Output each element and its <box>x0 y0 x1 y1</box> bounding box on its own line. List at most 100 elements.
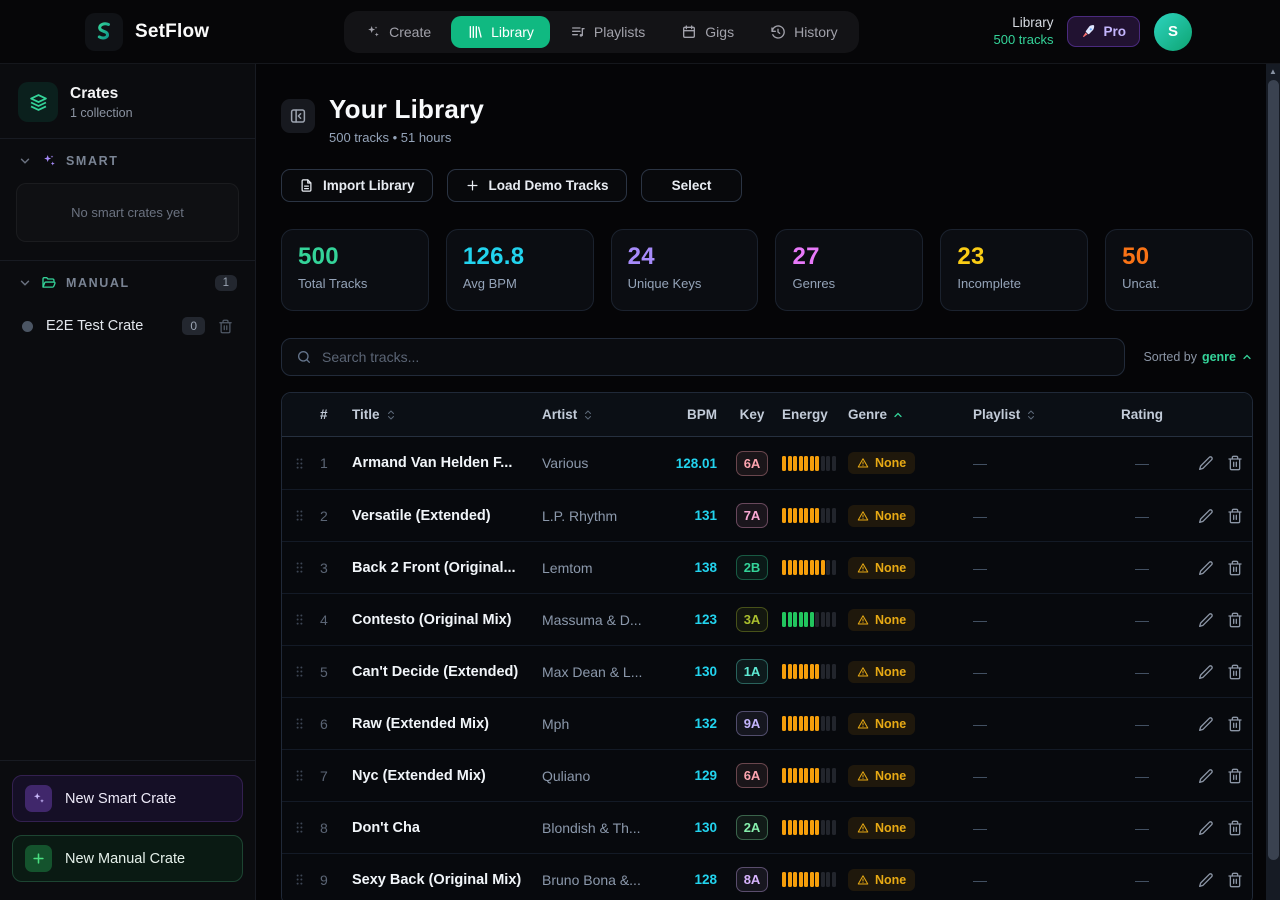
genre-badge[interactable]: None <box>848 557 915 579</box>
table-row[interactable]: 9 Sexy Back (Original Mix) Bruno Bona &.… <box>282 853 1252 900</box>
drag-handle-icon[interactable] <box>292 768 307 783</box>
genre-badge[interactable]: None <box>848 661 915 683</box>
trash-icon[interactable] <box>1227 508 1243 524</box>
search-input[interactable] <box>322 349 1110 365</box>
edit-icon[interactable] <box>1198 820 1214 836</box>
top-right-group: Library 500 tracks Pro S <box>993 13 1192 51</box>
track-rating: — <box>1087 664 1197 680</box>
col-header-energy[interactable]: Energy <box>782 407 842 422</box>
scroll-up-arrow[interactable]: ▲ <box>1266 64 1280 79</box>
pro-badge[interactable]: Pro <box>1067 16 1140 47</box>
genre-badge[interactable]: None <box>848 505 915 527</box>
trash-icon[interactable] <box>1227 768 1243 784</box>
trash-icon[interactable] <box>218 319 233 334</box>
table-row[interactable]: 1 Armand Van Helden F... Various 128.01 … <box>282 437 1252 489</box>
drag-handle-icon[interactable] <box>292 820 307 835</box>
col-header-bpm[interactable]: BPM <box>672 407 722 422</box>
edit-icon[interactable] <box>1198 872 1214 888</box>
track-playlist: — <box>967 560 1087 576</box>
page-title: Your Library <box>329 94 484 125</box>
table-row[interactable]: 2 Versatile (Extended) L.P. Rhythm 131 7… <box>282 489 1252 541</box>
table-row[interactable]: 4 Contesto (Original Mix) Massuma & D...… <box>282 593 1252 645</box>
genre-badge[interactable]: None <box>848 452 915 474</box>
page-subtitle: 500 tracks • 51 hours <box>329 130 484 145</box>
col-header-genre[interactable]: Genre <box>842 407 967 422</box>
key-badge: 8A <box>736 867 769 892</box>
load-demo-tracks-button[interactable]: Load Demo Tracks <box>447 169 627 202</box>
stat-card-total-tracks: 500 Total Tracks <box>281 229 429 311</box>
track-bpm: 138 <box>672 560 722 575</box>
crate-item-e2e-test[interactable]: E2E Test Crate 0 <box>10 309 245 343</box>
trash-icon[interactable] <box>1227 872 1243 888</box>
table-row[interactable]: 8 Don't Cha Blondish & Th... 130 2A None… <box>282 801 1252 853</box>
smart-empty-state: No smart crates yet <box>16 183 239 242</box>
track-bpm: 131 <box>672 508 722 523</box>
genre-badge[interactable]: None <box>848 609 915 631</box>
drag-handle-icon[interactable] <box>292 664 307 679</box>
page-header: Your Library 500 tracks • 51 hours <box>281 94 1253 145</box>
rocket-icon <box>1081 24 1096 39</box>
edit-icon[interactable] <box>1198 768 1214 784</box>
trash-icon[interactable] <box>1227 716 1243 732</box>
nav-tab-create[interactable]: Create <box>349 16 447 48</box>
col-header-title[interactable]: Title <box>352 407 542 422</box>
edit-icon[interactable] <box>1198 508 1214 524</box>
track-bpm: 130 <box>672 820 722 835</box>
manual-section-header[interactable]: MANUAL 1 <box>0 261 255 299</box>
nav-tab-library[interactable]: Library <box>451 16 550 48</box>
genre-badge[interactable]: None <box>848 817 915 839</box>
row-actions <box>1197 455 1249 471</box>
track-artist: Blondish & Th... <box>542 820 672 836</box>
drag-handle-icon[interactable] <box>292 508 307 523</box>
track-title: Versatile (Extended) <box>352 508 542 524</box>
nav-tab-playlists[interactable]: Playlists <box>554 16 661 48</box>
table-row[interactable]: 3 Back 2 Front (Original... Lemtom 138 2… <box>282 541 1252 593</box>
table-row[interactable]: 7 Nyc (Extended Mix) Quliano 129 6A None… <box>282 749 1252 801</box>
trash-icon[interactable] <box>1227 612 1243 628</box>
trash-icon[interactable] <box>1227 560 1243 576</box>
nav-tab-history[interactable]: History <box>754 16 854 48</box>
col-header-key[interactable]: Key <box>722 407 782 422</box>
table-row[interactable]: 5 Can't Decide (Extended) Max Dean & L..… <box>282 645 1252 697</box>
edit-icon[interactable] <box>1198 560 1214 576</box>
drag-handle-icon[interactable] <box>292 612 307 627</box>
col-header-playlist[interactable]: Playlist <box>967 407 1087 422</box>
import-library-button[interactable]: Import Library <box>281 169 433 202</box>
drag-handle-icon[interactable] <box>292 456 307 471</box>
energy-meter <box>782 768 842 783</box>
user-avatar[interactable]: S <box>1154 13 1192 51</box>
smart-section-header[interactable]: SMART <box>0 139 255 177</box>
col-header-artist[interactable]: Artist <box>542 407 672 422</box>
select-button[interactable]: Select <box>641 169 743 202</box>
sort-control[interactable]: Sorted by genre <box>1143 350 1253 364</box>
trash-icon[interactable] <box>1227 820 1243 836</box>
nav-tab-gigs[interactable]: Gigs <box>665 16 750 48</box>
search-box[interactable] <box>281 338 1125 376</box>
edit-icon[interactable] <box>1198 612 1214 628</box>
new-smart-crate-button[interactable]: New Smart Crate <box>12 775 243 822</box>
drag-handle-icon[interactable] <box>292 872 307 887</box>
vertical-scrollbar[interactable]: ▲ <box>1266 64 1280 900</box>
col-header-rating[interactable]: Rating <box>1087 407 1197 422</box>
edit-icon[interactable] <box>1198 664 1214 680</box>
row-number: 4 <box>320 612 352 628</box>
trash-icon[interactable] <box>1227 664 1243 680</box>
edit-icon[interactable] <box>1198 716 1214 732</box>
track-rating: — <box>1087 768 1197 784</box>
table-row[interactable]: 6 Raw (Extended Mix) Mph 132 9A None — — <box>282 697 1252 749</box>
drag-handle-icon[interactable] <box>292 716 307 731</box>
trash-icon[interactable] <box>1227 455 1243 471</box>
genre-badge[interactable]: None <box>848 765 915 787</box>
calendar-icon <box>681 24 697 40</box>
energy-meter <box>782 560 842 575</box>
scrollbar-thumb[interactable] <box>1268 80 1279 860</box>
sidebar-toggle-button[interactable] <box>281 99 315 133</box>
new-manual-crate-button[interactable]: New Manual Crate <box>12 835 243 882</box>
genre-badge[interactable]: None <box>848 869 915 891</box>
genre-badge[interactable]: None <box>848 713 915 735</box>
track-title: Contesto (Original Mix) <box>352 612 542 628</box>
library-icon <box>467 24 483 40</box>
new-smart-crate-label: New Smart Crate <box>65 791 176 807</box>
drag-handle-icon[interactable] <box>292 560 307 575</box>
edit-icon[interactable] <box>1198 455 1214 471</box>
